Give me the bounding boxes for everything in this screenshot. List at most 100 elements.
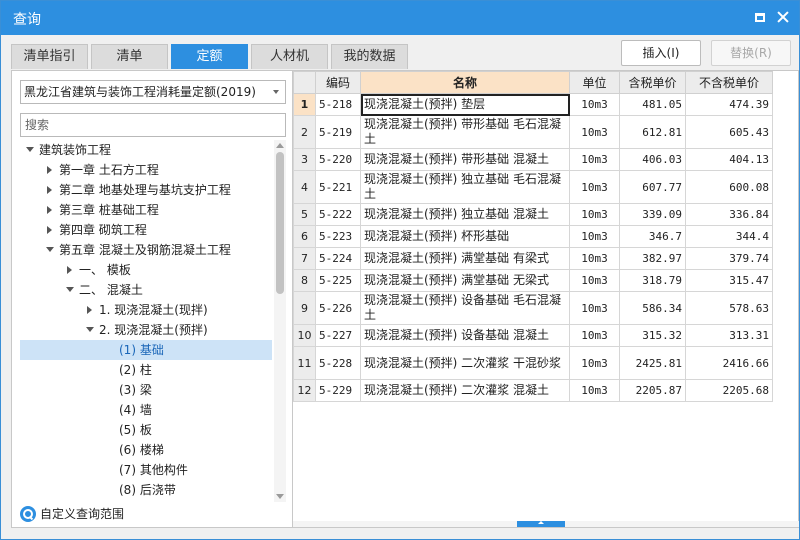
price-tax-cell[interactable]: 406.03 bbox=[619, 148, 686, 171]
maximize-icon[interactable] bbox=[753, 10, 769, 26]
unit-cell[interactable]: 10m3 bbox=[569, 148, 620, 171]
column-header-unit[interactable]: 单位 bbox=[569, 71, 620, 94]
unit-cell[interactable]: 10m3 bbox=[569, 346, 620, 380]
price-tax-cell[interactable]: 315.32 bbox=[619, 324, 686, 347]
code-cell[interactable]: 5-220 bbox=[315, 148, 361, 171]
name-cell[interactable]: 现浇混凝土(预拌) 杯形基础 bbox=[360, 225, 570, 248]
row-number[interactable]: 10 bbox=[293, 324, 316, 347]
row-number[interactable]: 9 bbox=[293, 291, 316, 325]
price-tax-cell[interactable]: 2425.81 bbox=[619, 346, 686, 380]
tree-item[interactable]: (1) 基础 bbox=[20, 340, 272, 360]
code-cell[interactable]: 5-226 bbox=[315, 291, 361, 325]
price-tax-cell[interactable]: 382.97 bbox=[619, 247, 686, 270]
title-bar[interactable]: 查询 bbox=[1, 1, 799, 35]
column-header-name[interactable]: 名称 bbox=[360, 71, 570, 94]
code-cell[interactable]: 5-223 bbox=[315, 225, 361, 248]
code-cell[interactable]: 5-228 bbox=[315, 346, 361, 380]
unit-cell[interactable]: 10m3 bbox=[569, 93, 620, 116]
tree-item[interactable]: 一、 模板 bbox=[20, 260, 272, 280]
unit-cell[interactable]: 10m3 bbox=[569, 291, 620, 325]
row-number[interactable]: 4 bbox=[293, 170, 316, 204]
chevron-down-icon[interactable] bbox=[64, 280, 76, 300]
code-cell[interactable]: 5-224 bbox=[315, 247, 361, 270]
chevron-right-icon[interactable] bbox=[44, 220, 56, 240]
quota-library-select[interactable]: 黑龙江省建筑与装饰工程消耗量定额(2019) bbox=[20, 80, 286, 104]
tab-my-data[interactable]: 我的数据 bbox=[331, 44, 408, 69]
name-cell[interactable]: 现浇混凝土(预拌) 满堂基础 无梁式 bbox=[360, 269, 570, 292]
name-cell[interactable]: 现浇混凝土(预拌) 带形基础 毛石混凝土 bbox=[360, 115, 570, 149]
row-number[interactable]: 8 bbox=[293, 269, 316, 292]
unit-cell[interactable]: 10m3 bbox=[569, 203, 620, 226]
chevron-right-icon[interactable] bbox=[64, 260, 76, 280]
tree-item[interactable]: (2) 柱 bbox=[20, 360, 272, 380]
chevron-right-icon[interactable] bbox=[44, 180, 56, 200]
tree-item[interactable]: (3) 梁 bbox=[20, 380, 272, 400]
tree-item[interactable]: (5) 板 bbox=[20, 420, 272, 440]
bottom-splitter[interactable] bbox=[293, 521, 799, 527]
table-row[interactable]: 4 5-221 现浇混凝土(预拌) 独立基础 毛石混凝土 10m3 607.77 600.… bbox=[293, 170, 773, 204]
code-cell[interactable]: 5-218 bbox=[315, 93, 361, 116]
tree-item[interactable]: (4) 墙 bbox=[20, 400, 272, 420]
price-notax-cell[interactable]: 404.13 bbox=[685, 148, 773, 171]
unit-cell[interactable]: 10m3 bbox=[569, 247, 620, 270]
unit-cell[interactable]: 10m3 bbox=[569, 269, 620, 292]
column-header-code[interactable]: 编码 bbox=[315, 71, 361, 94]
table-row[interactable]: 6 5-223 现浇混凝土(预拌) 杯形基础 10m3 346.7 344.4 bbox=[293, 225, 773, 248]
price-notax-cell[interactable]: 605.43 bbox=[685, 115, 773, 149]
chevron-down-icon[interactable] bbox=[44, 240, 56, 260]
name-cell[interactable]: 现浇混凝土(预拌) 独立基础 混凝土 bbox=[360, 203, 570, 226]
tree-item[interactable]: 1. 现浇混凝土(现拌) bbox=[20, 300, 272, 320]
tree-item[interactable]: 2. 现浇混凝土(预拌) bbox=[20, 320, 272, 340]
name-cell[interactable]: 现浇混凝土(预拌) 独立基础 毛石混凝土 bbox=[360, 170, 570, 204]
chevron-right-icon[interactable] bbox=[44, 160, 56, 180]
price-tax-cell[interactable]: 612.81 bbox=[619, 115, 686, 149]
price-notax-cell[interactable]: 2205.68 bbox=[685, 379, 773, 402]
row-number[interactable]: 1 bbox=[293, 93, 316, 116]
tree-item[interactable]: 第三章 桩基础工程 bbox=[20, 200, 272, 220]
tab-labor-material-machine[interactable]: 人材机 bbox=[251, 44, 328, 69]
code-cell[interactable]: 5-221 bbox=[315, 170, 361, 204]
name-cell[interactable]: 现浇混凝土(预拌) 满堂基础 有梁式 bbox=[360, 247, 570, 270]
row-number[interactable]: 6 bbox=[293, 225, 316, 248]
unit-cell[interactable]: 10m3 bbox=[569, 115, 620, 149]
price-tax-cell[interactable]: 318.79 bbox=[619, 269, 686, 292]
price-tax-cell[interactable]: 607.77 bbox=[619, 170, 686, 204]
table-row[interactable]: 10 5-227 现浇混凝土(预拌) 设备基础 混凝土 10m3 315.32 313.3… bbox=[293, 324, 773, 347]
table-row[interactable]: 2 5-219 现浇混凝土(预拌) 带形基础 毛石混凝土 10m3 612.81 605.… bbox=[293, 115, 773, 149]
name-cell[interactable]: 现浇混凝土(预拌) 设备基础 混凝土 bbox=[360, 324, 570, 347]
tree-item[interactable]: 第二章 地基处理与基坑支护工程 bbox=[20, 180, 272, 200]
tree-item[interactable]: 第一章 土石方工程 bbox=[20, 160, 272, 180]
scroll-down-icon[interactable] bbox=[276, 494, 284, 499]
row-number[interactable]: 5 bbox=[293, 203, 316, 226]
price-tax-cell[interactable]: 586.34 bbox=[619, 291, 686, 325]
unit-cell[interactable]: 10m3 bbox=[569, 225, 620, 248]
scrollbar-thumb[interactable] bbox=[276, 152, 284, 294]
chevron-right-icon[interactable] bbox=[44, 200, 56, 220]
price-tax-cell[interactable]: 481.05 bbox=[619, 93, 686, 116]
unit-cell[interactable]: 10m3 bbox=[569, 379, 620, 402]
tree-item[interactable]: (6) 楼梯 bbox=[20, 440, 272, 460]
search-input[interactable] bbox=[20, 113, 286, 137]
tree-item[interactable]: (8) 后浇带 bbox=[20, 480, 272, 500]
price-notax-cell[interactable]: 578.63 bbox=[685, 291, 773, 325]
row-number[interactable]: 7 bbox=[293, 247, 316, 270]
name-cell[interactable]: 现浇混凝土(预拌) 带形基础 混凝土 bbox=[360, 148, 570, 171]
chevron-down-icon[interactable] bbox=[84, 320, 96, 340]
price-notax-cell[interactable]: 344.4 bbox=[685, 225, 773, 248]
column-header-price-tax[interactable]: 含税单价 bbox=[619, 71, 686, 94]
code-cell[interactable]: 5-225 bbox=[315, 269, 361, 292]
name-cell[interactable]: 现浇混凝土(预拌) 垫层 bbox=[360, 93, 570, 116]
close-icon[interactable] bbox=[775, 10, 791, 26]
unit-cell[interactable]: 10m3 bbox=[569, 170, 620, 204]
price-notax-cell[interactable]: 379.74 bbox=[685, 247, 773, 270]
column-header-price-notax[interactable]: 不含税单价 bbox=[685, 71, 773, 94]
name-cell[interactable]: 现浇混凝土(预拌) 设备基础 毛石混凝土 bbox=[360, 291, 570, 325]
price-tax-cell[interactable]: 2205.87 bbox=[619, 379, 686, 402]
price-notax-cell[interactable]: 2416.66 bbox=[685, 346, 773, 380]
insert-button[interactable]: 插入(I) bbox=[621, 40, 701, 66]
name-cell[interactable]: 现浇混凝土(预拌) 二次灌浆 干混砂浆 bbox=[360, 346, 570, 380]
code-cell[interactable]: 5-219 bbox=[315, 115, 361, 149]
row-number[interactable]: 3 bbox=[293, 148, 316, 171]
row-number[interactable]: 2 bbox=[293, 115, 316, 149]
code-cell[interactable]: 5-229 bbox=[315, 379, 361, 402]
